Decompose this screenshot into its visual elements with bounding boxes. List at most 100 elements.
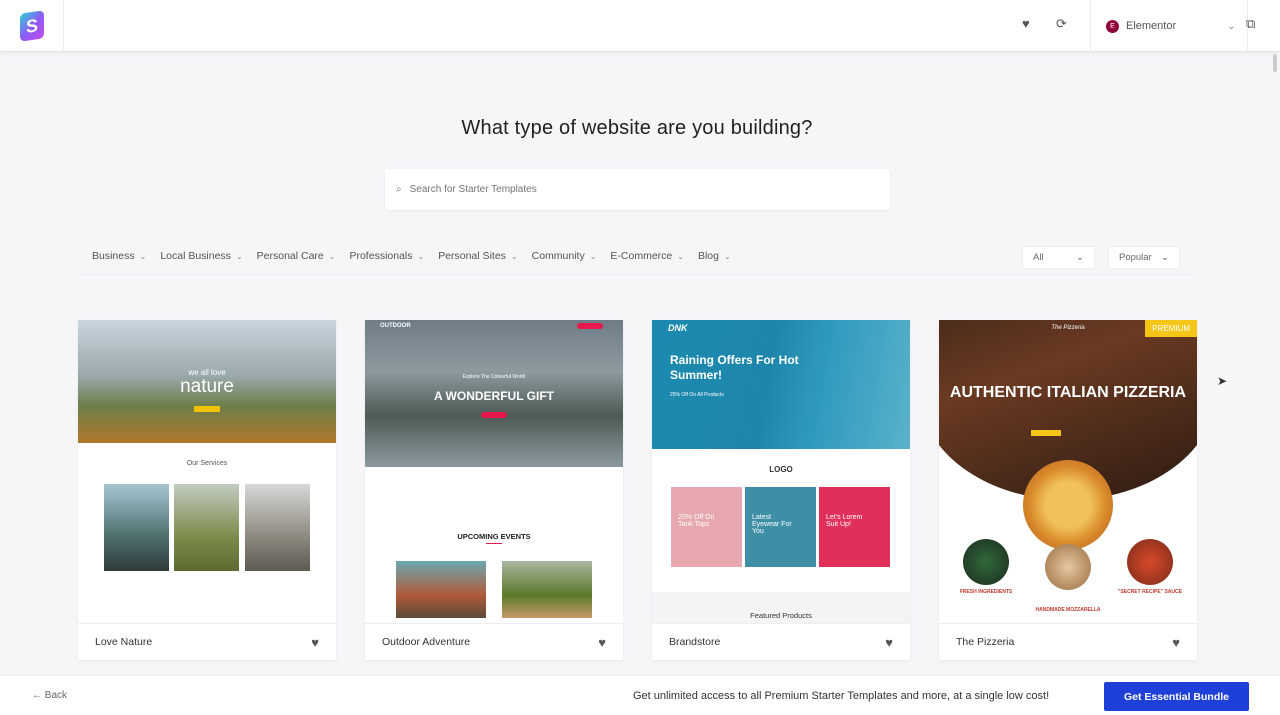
elementor-icon: E bbox=[1106, 19, 1119, 33]
feature-image bbox=[963, 539, 1009, 585]
category-blog[interactable]: Blog ⌄ bbox=[698, 250, 731, 262]
section-title: UPCOMING EVENTS bbox=[457, 532, 531, 541]
sort-select[interactable]: Popular ⌄ bbox=[1108, 246, 1180, 269]
chevron-down-icon: ⌄ bbox=[235, 252, 243, 261]
category-personal-care[interactable]: Personal Care ⌄ bbox=[257, 250, 336, 262]
category-ecommerce[interactable]: E-Commerce ⌄ bbox=[610, 250, 684, 262]
hero-text: Raining Offers For Hot Summer! bbox=[670, 353, 799, 382]
hero-text: nature bbox=[180, 376, 234, 397]
divider bbox=[78, 274, 1196, 275]
card-footer: Love Nature ♥ bbox=[78, 623, 336, 660]
section-title: Featured Products bbox=[750, 611, 812, 620]
feature-image bbox=[1045, 544, 1091, 590]
site-logo: DNK bbox=[668, 323, 688, 333]
favorites-heart-icon[interactable]: ♥ bbox=[1022, 16, 1030, 31]
template-name: Outdoor Adventure bbox=[382, 636, 471, 648]
external-link-icon[interactable]: ⧉ bbox=[1246, 16, 1255, 32]
category-community[interactable]: Community ⌄ bbox=[532, 250, 597, 262]
card-footer: Brandstore ♥ bbox=[652, 623, 910, 660]
sync-icon[interactable]: ⟳ bbox=[1056, 16, 1067, 32]
type-filter-select[interactable]: All ⌄ bbox=[1022, 246, 1095, 269]
hero-image bbox=[652, 320, 910, 449]
brand-logo-strip: LOGO bbox=[769, 465, 793, 474]
promo-text: 20% Off On Tank Tops bbox=[678, 514, 715, 528]
hero-button bbox=[1031, 430, 1061, 436]
feature-image bbox=[1127, 539, 1173, 585]
category-business[interactable]: Business ⌄ bbox=[92, 250, 146, 262]
heart-icon[interactable]: ♥ bbox=[1172, 635, 1180, 650]
promo-tile: Let's Lorem Suit Up! bbox=[819, 487, 890, 567]
search-input[interactable] bbox=[409, 184, 850, 195]
template-card-outdoor-adventure[interactable]: OUTDOOR Explore The Colourful World A WO… bbox=[365, 320, 623, 660]
heart-icon[interactable]: ♥ bbox=[311, 635, 319, 650]
chevron-down-icon: ⌄ bbox=[723, 252, 731, 261]
search-box[interactable]: ⌕ bbox=[385, 169, 890, 210]
template-name: Brandstore bbox=[669, 636, 721, 648]
promo-text: Get unlimited access to all Premium Star… bbox=[633, 690, 1050, 702]
mouse-cursor-icon: ➤ bbox=[1217, 374, 1228, 388]
template-preview: The Pizzeria AUTHENTIC ITALIAN PIZZERIA … bbox=[939, 320, 1197, 623]
page-title: What type of website are you building? bbox=[461, 117, 813, 139]
divider bbox=[486, 543, 502, 544]
promo-tile: 20% Off On Tank Tops bbox=[671, 487, 742, 567]
template-card-the-pizzeria[interactable]: PREMIUM The Pizzeria AUTHENTIC ITALIAN P… bbox=[939, 320, 1197, 660]
hero-button bbox=[194, 406, 220, 412]
chevron-down-icon: ⌄ bbox=[589, 252, 597, 261]
feature-label: FRESH INGREDIENTS bbox=[959, 589, 1013, 595]
service-image bbox=[174, 484, 239, 571]
promo-text: Let's Lorem Suit Up! bbox=[826, 514, 863, 528]
hero-button bbox=[481, 412, 507, 418]
nav-button bbox=[577, 323, 603, 329]
service-image bbox=[245, 484, 310, 571]
search-icon: ⌕ bbox=[396, 184, 402, 195]
top-bar: S ♥ ⟳ E Elementor ⌄ ⧉ bbox=[0, 0, 1280, 52]
heart-icon[interactable]: ♥ bbox=[598, 635, 606, 650]
back-button[interactable]: ← Back bbox=[32, 690, 67, 701]
chevron-down-icon: ⌄ bbox=[510, 252, 518, 261]
hero-subtext: 25% Off On All Products bbox=[670, 392, 724, 398]
heart-icon[interactable]: ♥ bbox=[885, 635, 893, 650]
chevron-down-icon: ⌄ bbox=[677, 252, 684, 261]
category-local-business[interactable]: Local Business ⌄ bbox=[160, 250, 242, 262]
arrow-left-icon: ← bbox=[32, 690, 45, 701]
chevron-down-icon: ⌄ bbox=[417, 252, 425, 261]
hero-text: AUTHENTIC ITALIAN PIZZERIA bbox=[949, 384, 1187, 401]
template-preview: we all love nature Our Services bbox=[78, 320, 336, 623]
hero-text: A WONDERFUL GIFT bbox=[434, 389, 554, 403]
service-image bbox=[104, 484, 169, 571]
chevron-down-icon: ⌄ bbox=[328, 252, 336, 261]
chevron-down-icon: ⌄ bbox=[139, 252, 147, 261]
chevron-down-icon: ⌄ bbox=[1161, 252, 1169, 263]
card-footer: Outdoor Adventure ♥ bbox=[365, 623, 623, 660]
premium-badge: PREMIUM bbox=[1145, 320, 1197, 337]
template-card-brandstore[interactable]: DNK Raining Offers For Hot Summer! 25% O… bbox=[652, 320, 910, 660]
card-footer: The Pizzeria ♥ bbox=[939, 623, 1197, 660]
promo-text: Latest Eyewear For You bbox=[752, 514, 792, 535]
category-personal-sites[interactable]: Personal Sites ⌄ bbox=[438, 250, 517, 262]
get-essential-bundle-button[interactable]: Get Essential Bundle bbox=[1104, 682, 1249, 711]
page-builder-select[interactable]: E Elementor ⌄ bbox=[1090, 0, 1248, 52]
section-title: Our Services bbox=[186, 460, 228, 467]
feature-label: "SECRET RECIPE" SAUCE bbox=[1118, 589, 1182, 595]
template-name: Love Nature bbox=[95, 636, 153, 648]
logo-cell: S bbox=[0, 0, 64, 52]
category-professionals[interactable]: Professionals ⌄ bbox=[349, 250, 424, 262]
chevron-down-icon: ⌄ bbox=[1227, 20, 1235, 31]
builder-label: Elementor bbox=[1126, 20, 1177, 32]
feature-label: HANDMADE MOZZARELLA bbox=[1035, 607, 1101, 613]
hero-tagline: Explore The Colourful World bbox=[462, 374, 526, 380]
template-preview: OUTDOOR Explore The Colourful World A WO… bbox=[365, 320, 623, 623]
event-image bbox=[502, 561, 592, 618]
scrollbar[interactable] bbox=[1273, 54, 1277, 72]
template-name: The Pizzeria bbox=[956, 636, 1015, 648]
template-card-love-nature[interactable]: we all love nature Our Services Love Nat… bbox=[78, 320, 336, 660]
bottom-bar: ← Back Get unlimited access to all Premi… bbox=[0, 675, 1280, 715]
template-preview: DNK Raining Offers For Hot Summer! 25% O… bbox=[652, 320, 910, 623]
promo-tile: Latest Eyewear For You bbox=[745, 487, 816, 567]
starter-templates-logo[interactable]: S bbox=[19, 10, 44, 42]
category-filters: Business ⌄ Local Business ⌄ Personal Care ⌄… bbox=[92, 250, 745, 262]
chevron-down-icon: ⌄ bbox=[1076, 252, 1084, 263]
pizza-image bbox=[1023, 460, 1113, 550]
event-image bbox=[396, 561, 486, 618]
site-logo: OUTDOOR bbox=[380, 323, 411, 329]
